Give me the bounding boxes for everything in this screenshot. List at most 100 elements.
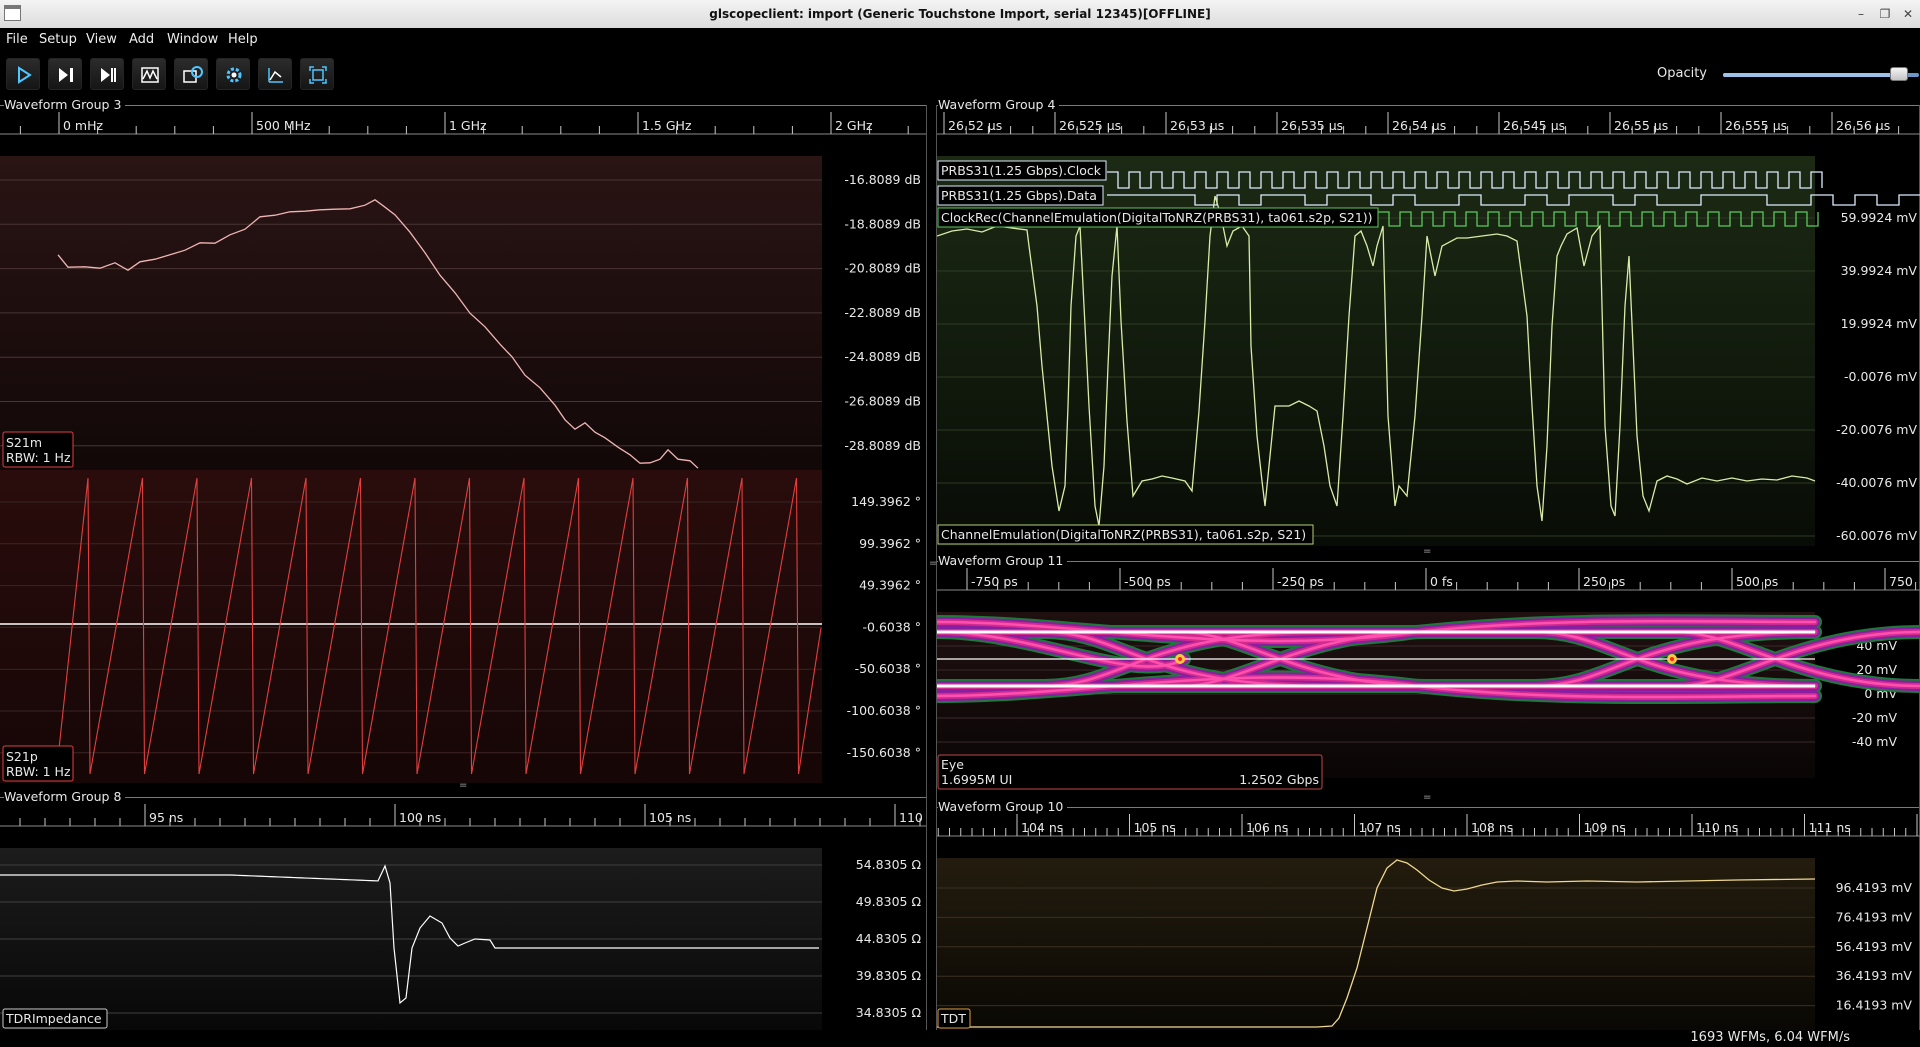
refresh-icon xyxy=(183,66,203,83)
menu-setup[interactable]: Setup xyxy=(39,32,77,47)
timeline-ticks: 95 ns 100 ns 105 ns 110 xyxy=(0,804,926,827)
channel-label-s21m[interactable]: S21m RBW: 1 Hz xyxy=(2,431,74,468)
start-trigger-button[interactable] xyxy=(6,58,40,90)
timeline-label: 26.52 µs xyxy=(948,118,1002,133)
y-axis-label: -22.8089 dB xyxy=(844,305,921,320)
opacity-slider[interactable] xyxy=(1723,67,1919,81)
y-axis-label: 39.8305 Ω xyxy=(856,968,922,983)
channel-label-clock[interactable]: PRBS31(1.25 Gbps).Clock xyxy=(937,160,1107,181)
y-axis-label: -150.6038 ° xyxy=(847,745,921,760)
eye-crossing-core xyxy=(1670,657,1674,661)
eye-bitrate: 1.2502 Gbps xyxy=(1239,772,1319,787)
timeline-label: 108 ns xyxy=(1471,820,1513,835)
toolbar: Opacity xyxy=(0,52,1920,96)
label-name: TDRImpedance xyxy=(5,1011,102,1026)
channel-label-eye[interactable]: Eye 1.6995M UI 1.2502 Gbps xyxy=(937,754,1323,790)
autoscale-button[interactable] xyxy=(300,58,334,90)
timeline-label: 26.535 µs xyxy=(1281,118,1343,133)
y-axis-label: -28.8089 dB xyxy=(844,438,921,453)
menu-add[interactable]: Add xyxy=(129,32,154,47)
trace-clockrec xyxy=(1378,211,1819,227)
timeline-label: 105 ns xyxy=(649,810,691,825)
timeline-label: 500 MHz xyxy=(256,118,311,133)
gear-icon xyxy=(226,67,242,83)
force-trigger-button[interactable] xyxy=(90,58,124,90)
timeline-label: -250 ps xyxy=(1277,574,1324,589)
timeline-ticks: -750 ps -500 ps -250 ps 0 fs 250 ps 500 ps 750 xyxy=(937,568,1920,591)
timeline-label: 26.55 µs xyxy=(1614,118,1668,133)
y-axis-label: -18.8089 dB xyxy=(844,216,921,231)
menu-file[interactable]: File xyxy=(6,32,28,47)
plot-area xyxy=(937,858,1815,1030)
y-axis-label: -20.0076 mV xyxy=(1836,422,1917,437)
menu-view[interactable]: View xyxy=(86,32,117,47)
channel-label-channel-emulation[interactable]: ChannelEmulation(DigitalToNRZ(PRBS31), t… xyxy=(937,524,1314,545)
plot-area-s21p xyxy=(0,470,822,783)
maximize-icon[interactable]: ❐ xyxy=(1877,6,1893,22)
timeline-label: 95 ns xyxy=(149,810,183,825)
splitter-handle[interactable]: = xyxy=(1423,547,1431,557)
label-name: PRBS31(1.25 Gbps).Clock xyxy=(941,163,1102,178)
timeline-label: 100 ns xyxy=(399,810,441,825)
timeline-label: 500 ps xyxy=(1736,574,1778,589)
opacity-label: Opacity xyxy=(1657,66,1708,81)
menu-help[interactable]: Help xyxy=(228,32,258,47)
y-axis-label: -20.8089 dB xyxy=(844,261,921,276)
opacity-fill xyxy=(1723,73,1900,77)
fullscreen-button[interactable] xyxy=(258,58,292,90)
close-icon[interactable]: ✕ xyxy=(1900,6,1916,22)
waveform-group-11[interactable]: -750 ps -500 ps -250 ps 0 fs 250 ps 500 ps 750… xyxy=(937,562,1920,792)
y-axis-label: 76.4193 mV xyxy=(1836,909,1913,924)
splitter-handle[interactable]: = xyxy=(1423,793,1431,803)
y-axis-label: -26.8089 dB xyxy=(844,394,921,409)
channel-label-tdt[interactable]: TDT xyxy=(937,1008,971,1029)
menu-window[interactable]: Window xyxy=(167,32,218,47)
timeline-label: 26.54 µs xyxy=(1392,118,1446,133)
y-axis-label: -20 mV xyxy=(1852,710,1898,725)
timeline-label: 2 GHz xyxy=(835,118,873,133)
timeline-label: 106 ns xyxy=(1246,820,1288,835)
channel-label-tdr[interactable]: TDRImpedance xyxy=(2,1008,108,1029)
waveform-group-10[interactable]: 104 ns 105 ns 106 ns 107 ns 108 ns 109 ns 110 … xyxy=(937,808,1920,1030)
channel-label-clockrec[interactable]: ClockRec(ChannelEmulation(DigitalToNRZ(P… xyxy=(937,207,1379,228)
timeline-label: 104 ns xyxy=(1021,820,1063,835)
waveform-group-4[interactable]: 26.52 µs 26.525 µs 26.53 µs 26.535 µs 26.54 … xyxy=(937,106,1920,546)
label-name: S21m xyxy=(6,435,42,450)
history-button[interactable] xyxy=(132,58,166,90)
channel-label-s21p[interactable]: S21p RBW: 1 Hz xyxy=(2,745,74,782)
timeline-label: 0 mHz xyxy=(63,118,104,133)
waveform-group-3[interactable]: 0 mHz 500 MHz 1 GHz 1.5 GHz 2 GHz -16.8089 d… xyxy=(0,106,926,783)
label-name: ClockRec(ChannelEmulation(DigitalToNRZ(P… xyxy=(941,210,1373,225)
timeline-label: -750 ps xyxy=(971,574,1018,589)
y-axis-label: -24.8089 dB xyxy=(844,349,921,364)
y-axis-label: 44.8305 Ω xyxy=(856,931,922,946)
y-axis-label: 16.4193 mV xyxy=(1836,998,1913,1013)
timeline-label: -500 ps xyxy=(1124,574,1171,589)
splitter-handle[interactable]: = xyxy=(459,781,467,791)
timeline-label: 26.53 µs xyxy=(1170,118,1224,133)
timeline-label: 250 ps xyxy=(1583,574,1625,589)
minimize-icon[interactable]: – xyxy=(1853,6,1869,22)
timeline-label: 110 xyxy=(899,810,923,825)
status-bar-text: 1693 WFMs, 6.04 WFM/s xyxy=(1690,1030,1850,1045)
play-icon xyxy=(18,66,32,84)
label-rbw: RBW: 1 Hz xyxy=(6,450,71,465)
history-icon xyxy=(141,67,159,83)
y-axis-label: -50.6038 ° xyxy=(855,661,921,676)
timeline-ticks: 104 ns 105 ns 106 ns 107 ns 108 ns 109 ns 110 … xyxy=(937,814,1920,837)
timeline-label: 107 ns xyxy=(1359,820,1401,835)
title-bar: glscopeclient: import (Generic Touchston… xyxy=(0,0,1920,29)
label-name: PRBS31(1.25 Gbps).Data xyxy=(941,188,1097,203)
y-axis-label: 49.8305 Ω xyxy=(856,894,922,909)
timeline-label: 111 ns xyxy=(1809,820,1851,835)
eye-crossing-core xyxy=(1178,657,1182,661)
channel-label-data[interactable]: PRBS31(1.25 Gbps).Data xyxy=(937,185,1104,206)
clear-sweeps-button[interactable] xyxy=(216,58,250,90)
timeline-label: 26.545 µs xyxy=(1503,118,1565,133)
timeline-ticks: 26.52 µs 26.525 µs 26.53 µs 26.535 µs 26.54 … xyxy=(937,112,1920,135)
waveform-group-8[interactable]: 95 ns 100 ns 105 ns 110 54.8305 Ω 49.8305 Ω 4… xyxy=(0,798,926,1030)
opacity-slider-thumb[interactable] xyxy=(1890,67,1909,81)
refresh-settings-button[interactable] xyxy=(174,58,208,90)
label-name: ChannelEmulation(DigitalToNRZ(PRBS31), t… xyxy=(941,527,1306,542)
single-trigger-button[interactable] xyxy=(48,58,82,90)
